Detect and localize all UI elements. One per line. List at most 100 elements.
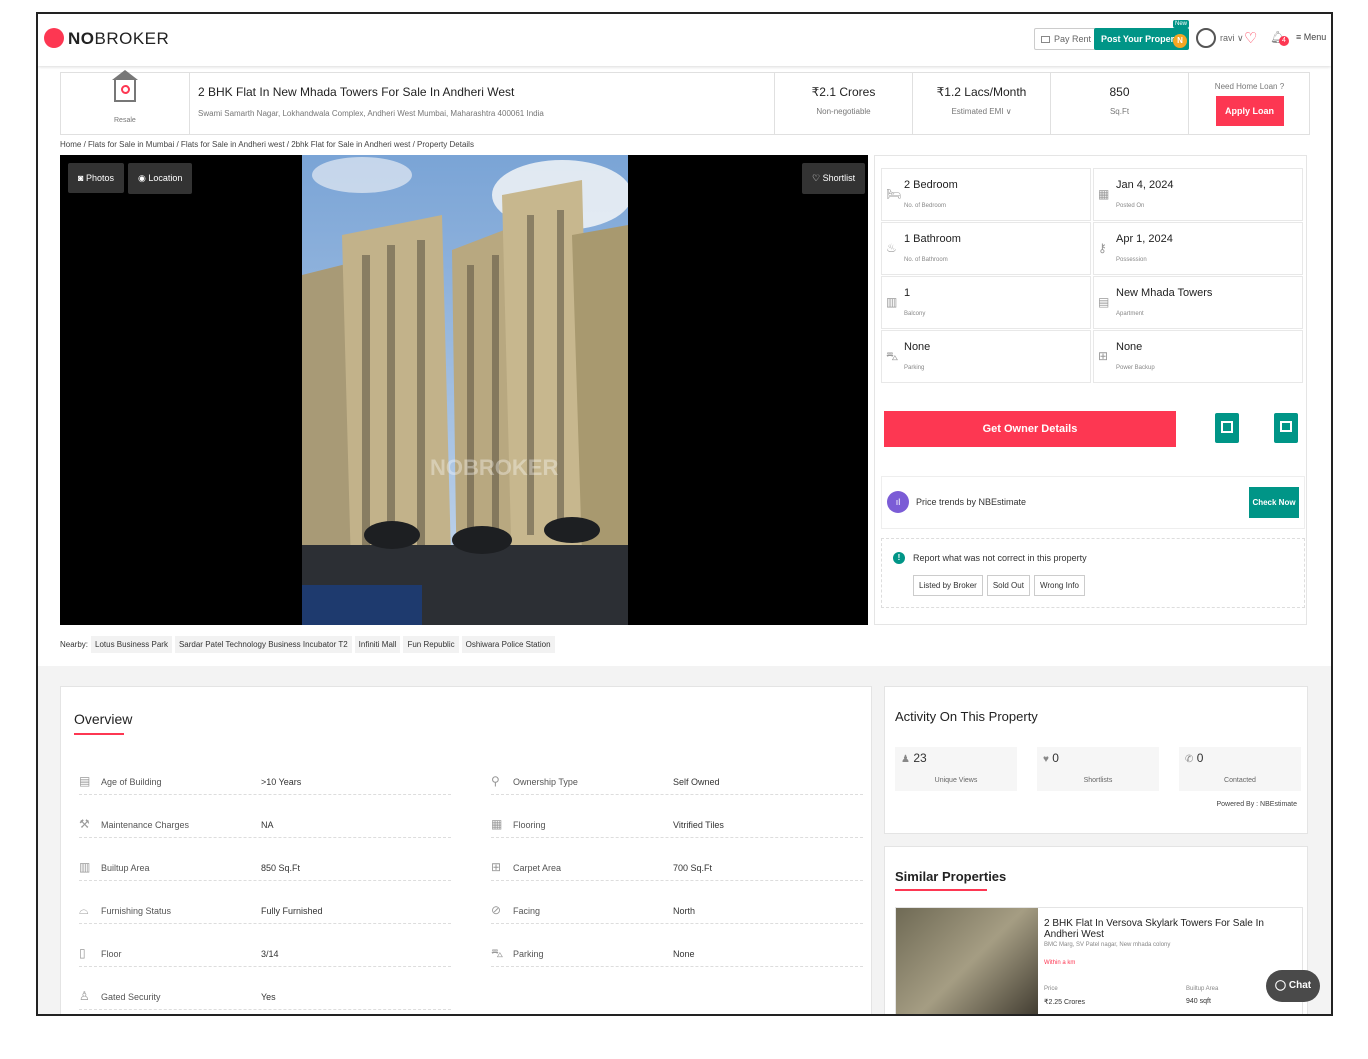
location-button[interactable]: ◉ Location xyxy=(128,163,193,194)
chat-bubble-icon[interactable] xyxy=(1274,413,1298,443)
similar-property-item[interactable]: 2 BHK Flat In Versova Skylark Towers For… xyxy=(895,907,1303,1014)
nearby-tag[interactable]: Infiniti Mall xyxy=(354,636,401,653)
bath-icon: ♨ xyxy=(886,241,897,255)
logo-text[interactable]: NOBROKER xyxy=(68,29,169,49)
avatar[interactable] xyxy=(1196,28,1216,48)
nearby-tag[interactable]: Lotus Business Park xyxy=(91,636,172,653)
detail-label: Apartment xyxy=(1116,311,1144,317)
area-unit: Sq.Ft xyxy=(1109,107,1130,116)
user-menu[interactable]: ravi ∨ xyxy=(1220,33,1244,44)
row-divider xyxy=(79,923,451,924)
nearby-tag[interactable]: Fun Republic xyxy=(403,636,459,653)
detail-cell: ⊞ None Power Backup xyxy=(1093,330,1303,383)
photos-button[interactable]: ◙ Photos xyxy=(68,163,124,193)
overview-label: Builtup Area xyxy=(101,863,150,873)
overview-label: Carpet Area xyxy=(513,863,562,873)
similar-underline xyxy=(895,889,987,891)
overview-value: Fully Furnished xyxy=(261,906,323,916)
card-icon xyxy=(1041,36,1050,43)
nobroker-logo-icon[interactable] xyxy=(44,28,64,48)
user-icon: ♟ xyxy=(901,754,910,765)
security-icon: ♙ xyxy=(79,989,90,1003)
similar-area-label: Builtup Area xyxy=(1186,986,1219,992)
overview-title: Overview xyxy=(74,711,133,727)
overview-label: Maintenance Charges xyxy=(101,820,190,830)
key-icon: ⚷ xyxy=(1098,241,1107,255)
heart-outline-icon: ♡ xyxy=(812,173,821,183)
chart-icon: ıl xyxy=(887,491,909,513)
property-details-panel: 🛏︎ 2 Bedroom No. of Bedroom ▦ Jan 4, 2024 Pos… xyxy=(874,155,1307,625)
menu-button[interactable]: ≡ Menu xyxy=(1296,32,1326,42)
overview-value: 3/14 xyxy=(261,949,279,959)
flooring-icon: ▦ xyxy=(491,817,503,831)
shortlist-button[interactable]: ♡ Shortlist xyxy=(802,163,866,194)
schedule-visit-icon[interactable] xyxy=(1215,413,1239,443)
watermark: NOBROKER xyxy=(430,455,559,480)
overview-label: Flooring xyxy=(513,820,546,830)
browser-frame: NOBROKER Pay Rent Post Your Property New… xyxy=(36,12,1333,1016)
overview-value: NA xyxy=(261,820,274,830)
wrong-info-chip[interactable]: Wrong Info xyxy=(1033,575,1085,596)
new-badge: New xyxy=(1173,20,1190,28)
info-icon: ! xyxy=(893,552,905,564)
detail-value: 1 xyxy=(904,287,911,299)
detail-label: Balcony xyxy=(904,311,926,317)
report-box: ! Report what was not correct in this pr… xyxy=(881,538,1305,608)
maintenance-icon: ⚒ xyxy=(79,817,90,831)
row-divider xyxy=(491,794,863,795)
similar-price: ₹2.25 Crores xyxy=(1044,999,1086,1006)
get-owner-details-button[interactable]: Get Owner Details xyxy=(884,411,1176,447)
detail-value: None xyxy=(1116,341,1143,353)
price-box: ₹2.1 Crores Non-negotiable xyxy=(774,72,912,135)
similar-title: Similar Properties xyxy=(895,869,1007,884)
overview-label: Gated Security xyxy=(101,992,161,1002)
price-trends-box: ıl Price trends by NBEstimate Check Now xyxy=(881,476,1305,529)
heart-icon[interactable]: ♡ xyxy=(1244,29,1257,47)
overview-value: North xyxy=(673,906,696,916)
apply-loan-button[interactable]: Apply Loan xyxy=(1215,96,1284,126)
sold-out-chip[interactable]: Sold Out xyxy=(986,575,1030,596)
overview-value: >10 Years xyxy=(261,777,302,787)
breadcrumb[interactable]: Home / Flats for Sale in Mumbai / Flats … xyxy=(60,140,474,149)
overview-label: Facing xyxy=(513,906,541,916)
similar-item-distance: Within a km xyxy=(1044,960,1076,966)
property-photo-viewer[interactable]: NOBROKER ◙ Photos ◉ Location ♡ Shortlist xyxy=(60,155,868,625)
overview-value: Vitrified Tiles xyxy=(673,820,724,830)
powered-by: Powered By : NBEstimate xyxy=(1216,801,1297,808)
builtup-icon: ▥ xyxy=(79,860,91,874)
detail-label: Posted On xyxy=(1116,203,1145,209)
detail-cell: ♨ 1 Bathroom No. of Bathroom xyxy=(881,222,1091,275)
car-icon: ⛍ xyxy=(886,349,899,363)
loan-box: Need Home Loan ? Apply Loan xyxy=(1188,72,1310,135)
listed-by-broker-chip[interactable]: Listed by Broker xyxy=(913,575,983,596)
similar-area: 940 sqft xyxy=(1186,998,1211,1005)
overview-label: Furnishing Status xyxy=(101,906,172,916)
pay-rent-button[interactable]: Pay Rent xyxy=(1034,28,1099,50)
notification-count: 4 xyxy=(1279,36,1289,46)
nearby-tag[interactable]: Sardar Patel Technology Business Incubat… xyxy=(174,636,352,653)
row-divider xyxy=(491,923,863,924)
nb-coin-icon[interactable]: N xyxy=(1173,34,1187,48)
detail-label: No. of Bathroom xyxy=(904,257,948,263)
contacted-stat: ✆ 0 Contacted xyxy=(1179,747,1301,791)
detail-cell: ▦ Jan 4, 2024 Posted On xyxy=(1093,168,1303,221)
overview-label: Ownership Type xyxy=(513,777,578,787)
detail-value: 2 Bedroom xyxy=(904,179,958,191)
overview-label: Parking xyxy=(513,949,544,959)
bed-icon: 🛏︎ xyxy=(886,187,902,201)
chat-button[interactable]: ◯ Chat xyxy=(1266,970,1320,1002)
detail-cell: ▤ New Mhada Towers Apartment xyxy=(1093,276,1303,329)
overview-value: 850 Sq.Ft xyxy=(261,863,301,873)
floor-icon: ▯ xyxy=(79,946,86,960)
activity-title: Activity On This Property xyxy=(895,709,1038,724)
emi-dropdown[interactable]: Estimated EMI ∨ xyxy=(913,107,1050,116)
price-trends-label: Price trends by NBEstimate xyxy=(916,497,1027,507)
check-now-button[interactable]: Check Now xyxy=(1249,487,1299,518)
row-divider xyxy=(491,966,863,967)
sofa-icon: ⌓ xyxy=(79,903,89,917)
nearby-tag[interactable]: Oshiwara Police Station xyxy=(461,636,555,653)
chat-icon: ◯ xyxy=(1274,980,1287,991)
nearby-bar: Nearby: Lotus Business Park Sardar Patel T… xyxy=(60,636,555,653)
nearby-label: Nearby: xyxy=(60,640,89,649)
detail-value: New Mhada Towers xyxy=(1116,287,1213,299)
